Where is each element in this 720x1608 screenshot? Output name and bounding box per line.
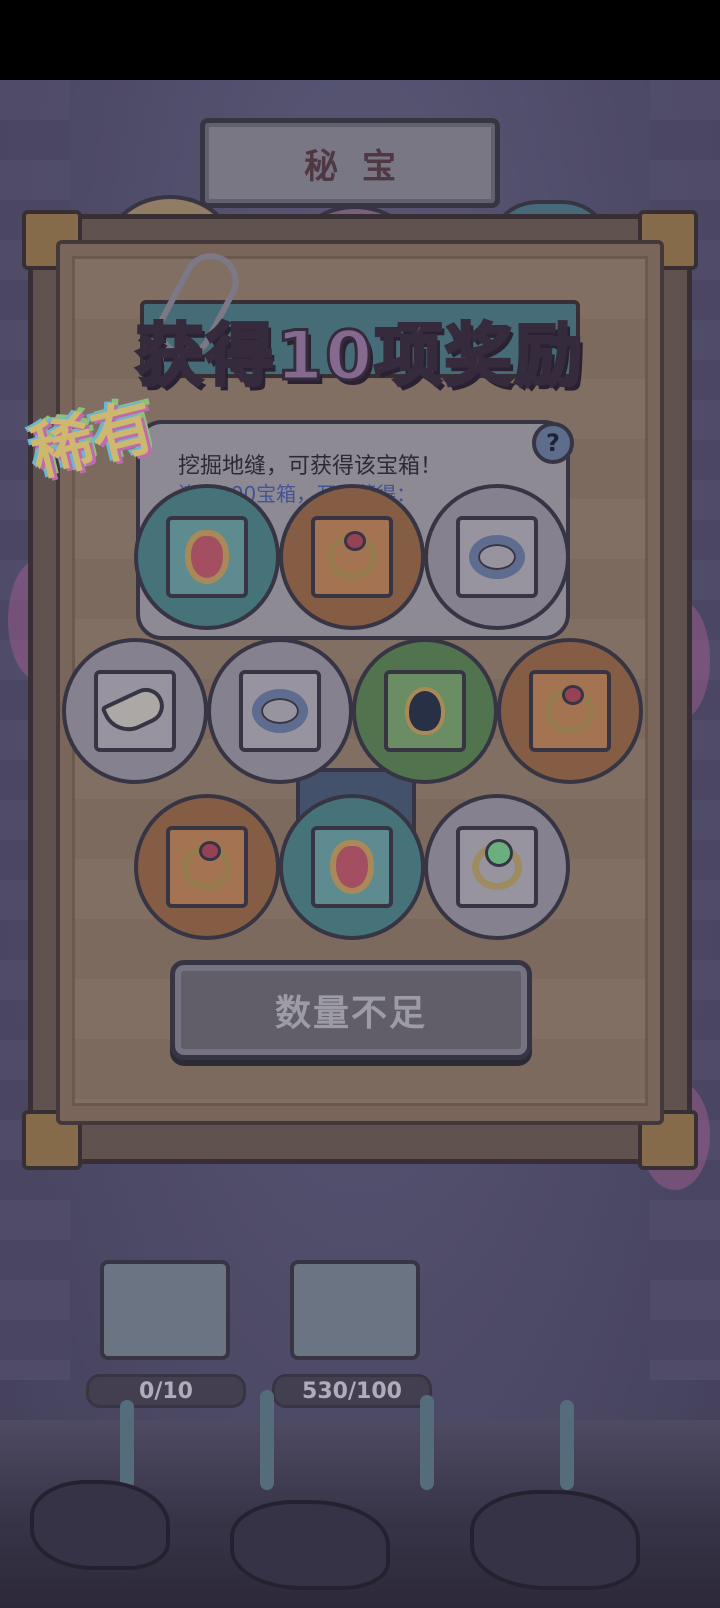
ruby-ring-icon bbox=[182, 841, 232, 890]
rock bbox=[230, 1500, 390, 1590]
blue-band-ring-icon bbox=[252, 689, 308, 733]
reward-item[interactable] bbox=[424, 484, 570, 630]
reward-frame bbox=[529, 670, 611, 752]
rock bbox=[30, 1480, 170, 1570]
ruby-ring-icon bbox=[327, 531, 377, 580]
page-title: 秘宝 bbox=[304, 146, 420, 187]
status-bar bbox=[0, 0, 720, 80]
reward-item[interactable] bbox=[279, 794, 425, 940]
reward-item[interactable] bbox=[134, 794, 280, 940]
treasure-chest-2[interactable] bbox=[290, 1260, 420, 1360]
reward-item[interactable] bbox=[62, 638, 208, 784]
locket-icon bbox=[330, 840, 374, 894]
reward-item[interactable] bbox=[352, 638, 498, 784]
reward-item[interactable] bbox=[134, 484, 280, 630]
seaweed bbox=[560, 1400, 574, 1490]
help-button[interactable]: ? bbox=[532, 422, 574, 464]
reward-frame bbox=[94, 670, 176, 752]
reward-frame bbox=[311, 826, 393, 908]
seaweed bbox=[260, 1390, 274, 1490]
seabed bbox=[0, 1390, 720, 1608]
reward-item[interactable] bbox=[497, 638, 643, 784]
seaweed bbox=[420, 1395, 434, 1490]
blue-band-ring-icon bbox=[469, 535, 525, 579]
treasure-chest-1[interactable] bbox=[100, 1260, 230, 1360]
ruby-ring-icon bbox=[545, 685, 595, 734]
seaweed bbox=[120, 1400, 134, 1490]
reward-frame bbox=[456, 516, 538, 598]
reward-frame bbox=[384, 670, 466, 752]
reward-frame bbox=[166, 516, 248, 598]
reward-item[interactable] bbox=[207, 638, 353, 784]
chest-counter-2: 530/100 bbox=[272, 1374, 432, 1408]
info-text-line1: 挖掘地缝，可获得该宝箱！ bbox=[178, 454, 443, 479]
locket-icon bbox=[185, 530, 229, 584]
reward-item[interactable] bbox=[424, 794, 570, 940]
emerald-ring-icon bbox=[472, 839, 522, 890]
rock bbox=[470, 1490, 640, 1590]
insufficient-quantity-label: 数量不足 bbox=[274, 993, 427, 1034]
chest-counter-1: 0/10 bbox=[86, 1374, 246, 1408]
reward-headline: 获得10项奖励 bbox=[134, 316, 585, 398]
title-plate: 秘宝 bbox=[200, 118, 500, 208]
reward-frame bbox=[239, 670, 321, 752]
reward-frame bbox=[456, 826, 538, 908]
insufficient-quantity-button[interactable]: 数量不足 bbox=[170, 960, 532, 1060]
reward-item[interactable] bbox=[279, 484, 425, 630]
reward-frame bbox=[311, 516, 393, 598]
horn-icon bbox=[100, 682, 170, 740]
black-pendant-icon bbox=[405, 687, 445, 735]
reward-frame bbox=[166, 826, 248, 908]
